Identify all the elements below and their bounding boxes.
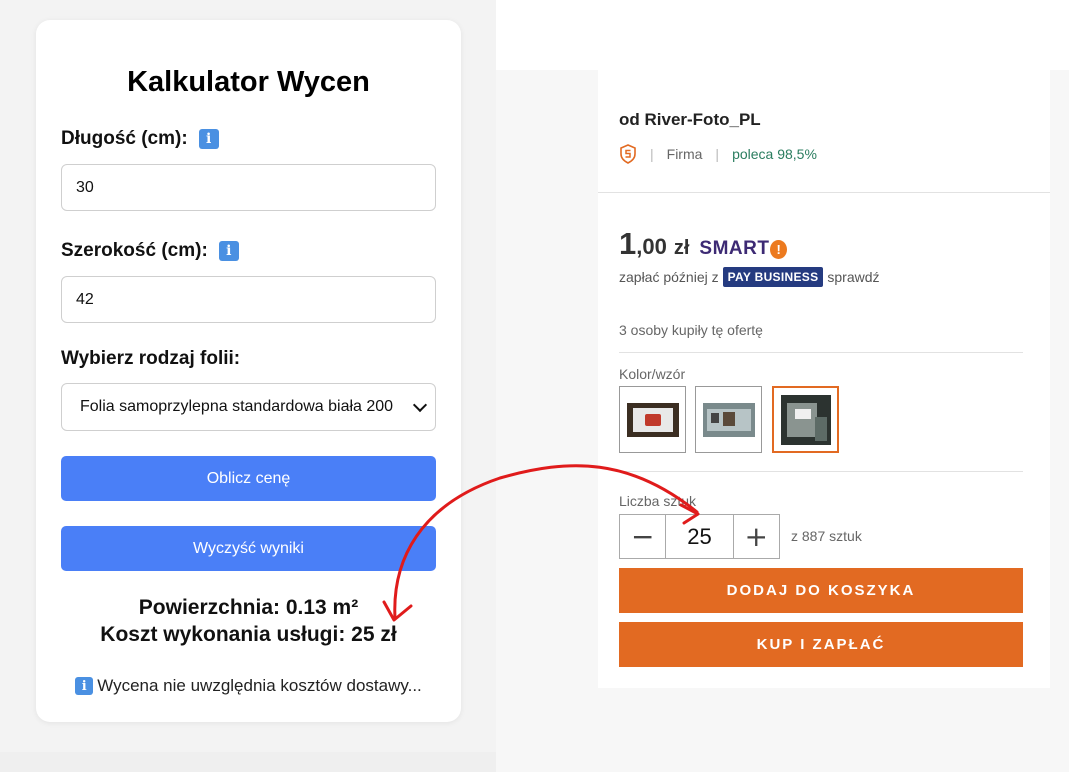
smart-label: SMART [699, 238, 770, 259]
width-label-row: Szerokość (cm): i [61, 240, 239, 262]
pay-business-badge: PAY BUSINESS [722, 267, 824, 287]
divider [619, 471, 1023, 472]
width-input[interactable]: 42 [61, 276, 436, 323]
recommend-rate[interactable]: poleca 98,5% [732, 146, 817, 162]
price: 1 ,00 zł SMART ! [619, 226, 788, 262]
quantity-label: Liczba sztuk [619, 493, 697, 509]
result-cost: Koszt wykonania usługi: 25 zł [100, 623, 397, 646]
pay-later-row: zapłać później z PAY BUSINESS sprawdź [619, 267, 880, 287]
seller-type: Firma [666, 146, 703, 162]
film-select[interactable]: Folia samoprzylepna standardowa biała 20… [61, 383, 436, 431]
seller-name[interactable]: od River-Foto_PL [619, 110, 761, 130]
seller-meta: | Firma | poleca 98,5% [619, 144, 817, 164]
quantity-stepper: − 25 + [619, 514, 780, 559]
left-bottom-strip [0, 752, 496, 772]
width-label: Szerokość (cm): [61, 240, 208, 261]
stock-available: z 887 sztuk [791, 528, 862, 544]
smart-badge-icon: ! [770, 239, 788, 259]
variant-image-2 [702, 402, 755, 437]
info-icon[interactable]: i [218, 241, 239, 261]
calculator-title: Kalkulator Wycen [127, 66, 370, 98]
pay-later-prefix: zapłać później z [619, 269, 719, 285]
calculate-button[interactable]: Oblicz cenę [61, 456, 436, 501]
clear-results-button[interactable]: Wyczyść wyniki [61, 526, 436, 571]
divider [619, 352, 1023, 353]
offer-panel: od River-Foto_PL | Firma | poleca 98,5% … [598, 80, 1050, 688]
variant-thumbnail-3-selected[interactable] [772, 386, 839, 453]
super-seller-icon [619, 144, 637, 164]
buy-now-button[interactable]: KUP I ZAPŁAĆ [619, 622, 1023, 667]
separator: | [715, 146, 720, 162]
price-integer: 1 [619, 226, 637, 261]
price-decimal: ,00 [636, 234, 667, 259]
length-label: Długość (cm): [61, 128, 188, 149]
info-icon[interactable]: i [198, 129, 219, 149]
separator: | [650, 146, 654, 162]
right-gray-bottom [496, 688, 1069, 772]
quantity-increase-button[interactable]: + [734, 515, 779, 558]
delivery-note-text: Wycena nie uwzględnia kosztów dostawy... [97, 676, 422, 695]
pay-later-check-link[interactable]: sprawdź [827, 269, 879, 285]
color-label: Kolor/wzór [619, 366, 686, 382]
film-label: Wybierz rodzaj folii: [61, 348, 241, 369]
length-input[interactable]: 30 [61, 164, 436, 211]
info-icon: i [75, 677, 94, 695]
divider [598, 192, 1050, 193]
variant-thumbnail-1[interactable] [619, 386, 686, 453]
film-select-value: Folia samoprzylepna standardowa biała 20… [80, 398, 394, 415]
smart-logo: SMART ! [699, 238, 788, 260]
right-top-background [496, 0, 1069, 70]
quantity-decrease-button[interactable]: − [620, 515, 665, 558]
right-gray-margin-left [496, 70, 598, 772]
bought-count: 3 osoby kupiły tę ofertę [619, 322, 763, 338]
chevron-down-icon [412, 397, 428, 413]
result-area: Powierzchnia: 0.13 m² [138, 596, 359, 619]
price-currency: zł [673, 237, 690, 259]
calculator-card: Kalkulator Wycen Długość (cm): i 30 Szer… [36, 20, 461, 722]
delivery-note: i Wycena nie uwzględnia kosztów dostawy.… [36, 676, 461, 696]
add-to-cart-button[interactable]: DODAJ DO KOSZYKA [619, 568, 1023, 613]
quantity-input[interactable]: 25 [665, 515, 734, 558]
length-label-row: Długość (cm): i [61, 128, 219, 150]
variant-thumbnail-2[interactable] [695, 386, 762, 453]
variant-image-3 [780, 394, 831, 445]
variant-image-1 [626, 402, 679, 437]
right-gray-margin-right [1050, 70, 1069, 772]
